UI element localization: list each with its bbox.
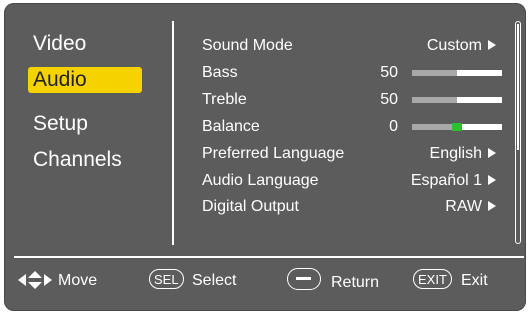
preferred-language-label: Preferred Language — [202, 145, 345, 162]
audio-language-value[interactable]: Español 1 — [411, 171, 496, 191]
right-arrow-icon — [488, 39, 496, 50]
sound-mode-text: Custom — [426, 37, 482, 54]
navigation-arrows-icon — [18, 271, 52, 289]
osd-panel: Video Audio Setup Channels Sound Mode Cu… — [4, 3, 526, 311]
select-hint: Select — [192, 272, 237, 289]
treble-label: Treble — [202, 91, 247, 108]
treble-value: 50 — [380, 91, 398, 108]
preferred-language-value[interactable]: English — [430, 144, 496, 164]
treble-slider-fill — [412, 97, 457, 103]
scrollbar[interactable] — [515, 21, 521, 244]
digital-output-value[interactable]: RAW — [445, 197, 496, 217]
return-hint: Return — [331, 274, 380, 291]
digital-output-label: Digital Output — [202, 198, 299, 215]
scrollbar-thumb[interactable] — [517, 24, 519, 150]
menu-item-audio[interactable]: Audio — [28, 67, 142, 93]
sel-key-icon: SEL — [149, 269, 184, 289]
sound-mode-value[interactable]: Custom — [427, 36, 496, 56]
vertical-divider — [172, 21, 174, 245]
digital-output-text: RAW — [445, 198, 482, 215]
right-arrow-icon — [488, 147, 496, 158]
return-key-icon — [287, 268, 321, 290]
bass-value: 50 — [380, 64, 398, 81]
menu-item-channels[interactable]: Channels — [33, 147, 122, 173]
balance-value: 0 — [389, 118, 398, 135]
right-arrow-icon — [488, 200, 496, 211]
balance-slider-fill — [412, 124, 452, 130]
menu-item-video[interactable]: Video — [33, 31, 86, 57]
balance-slider[interactable] — [412, 123, 502, 131]
bass-label: Bass — [202, 64, 238, 81]
preferred-language-text: English — [429, 145, 482, 162]
bass-slider[interactable] — [412, 70, 502, 76]
sound-mode-label: Sound Mode — [202, 37, 293, 54]
menu-item-setup[interactable]: Setup — [33, 111, 88, 137]
audio-language-text: Español 1 — [410, 172, 482, 189]
audio-language-label: Audio Language — [202, 172, 319, 189]
treble-slider[interactable] — [412, 97, 502, 103]
bass-slider-fill — [412, 70, 457, 76]
horizontal-divider — [14, 256, 524, 258]
balance-label: Balance — [202, 118, 260, 135]
right-arrow-icon — [488, 174, 496, 185]
move-hint: Move — [58, 272, 98, 289]
exit-hint: Exit — [461, 272, 488, 289]
exit-key-icon: EXIT — [413, 269, 452, 289]
balance-slider-knob[interactable] — [452, 123, 462, 131]
